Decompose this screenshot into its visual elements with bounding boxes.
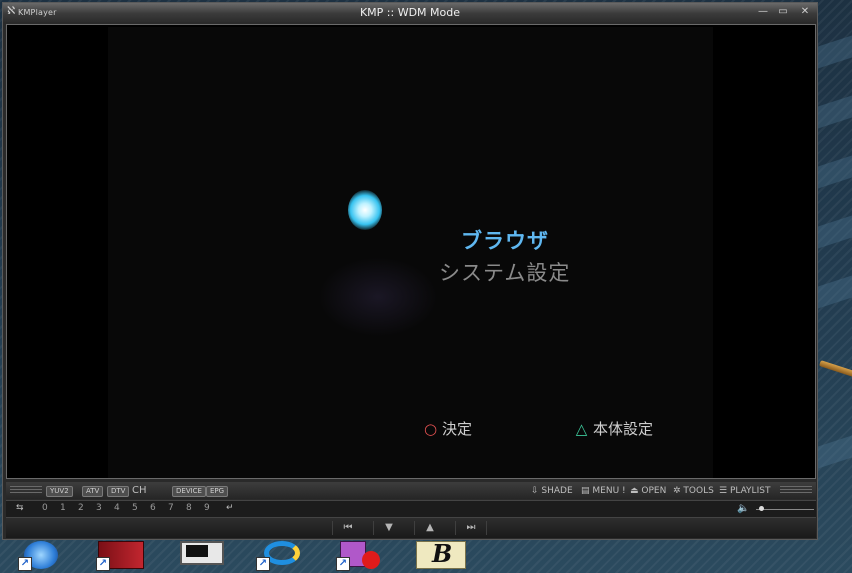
film-icon[interactable]: ↗ [96, 541, 144, 573]
gear-icon: ✲ [673, 486, 681, 496]
volume-slider[interactable] [756, 509, 814, 510]
desktop-pattern [818, 93, 852, 129]
menu-button[interactable]: ▤ MENU [581, 486, 619, 496]
channel-8-button[interactable]: 8 [186, 503, 192, 513]
channel-5-button[interactable]: 5 [132, 503, 138, 513]
channel-3-button[interactable]: 3 [96, 503, 102, 513]
channel-6-button[interactable]: 6 [150, 503, 156, 513]
glow-orb [348, 190, 382, 230]
device-button[interactable]: DEVICE [172, 486, 206, 497]
window-title: KMP :: WDM Mode [359, 6, 461, 19]
video-area[interactable]: ブラウザ システム設定 ○ 決定 △ 本体設定 [6, 24, 816, 479]
shortcut-arrow-icon: ↗ [336, 557, 350, 571]
desktop-decoration [819, 360, 852, 379]
channel-7-button[interactable]: 7 [168, 503, 174, 513]
menu-icon: ▤ [581, 486, 590, 496]
transport-bar: ⏮ ▼ ▲ ⏭ [6, 517, 816, 538]
epg-button[interactable]: EPG [206, 486, 229, 497]
playlist-button[interactable]: ☰ PLAYLIST [719, 486, 770, 496]
next-button[interactable]: ⏭ [455, 521, 487, 535]
toolbar: YUV2 ATV DTV CH DEVICE EPG ⇩ SHADE ▤ MEN… [6, 482, 816, 499]
desktop-pattern [818, 433, 852, 469]
tv-icon[interactable] [178, 541, 224, 573]
shortcut-arrow-icon: ↗ [18, 557, 32, 571]
kmplayer-window: ℵ KMPlayer KMP :: WDM Mode — ▭ ✕ ブラウザ シス… [2, 2, 818, 540]
toolbar-separator: ! [622, 486, 626, 496]
grip-left [10, 486, 42, 495]
menu-item-browser: ブラウザ [461, 229, 549, 253]
speaker-icon[interactable]: 🔈 [737, 503, 749, 514]
channel-up-button[interactable]: ▲ [414, 521, 445, 535]
open-button[interactable]: ⏏ OPEN [630, 486, 666, 496]
dtv-button[interactable]: DTV [107, 486, 130, 497]
menu-item-system-settings: システム設定 [439, 261, 571, 285]
circle-button-icon: ○ [423, 420, 438, 438]
eject-icon: ⏏ [630, 486, 639, 496]
background-smoke [318, 257, 438, 337]
maximize-button[interactable]: ▭ [777, 6, 789, 18]
paint-record-icon[interactable]: ↗ [336, 541, 382, 573]
grip-right [780, 486, 812, 495]
list-icon: ☰ [719, 486, 728, 496]
triangle-button-icon: △ [575, 420, 588, 438]
channel-2-button[interactable]: 2 [78, 503, 84, 513]
browser-icon[interactable]: ↗ [18, 541, 64, 573]
previous-button[interactable]: ⏮ [332, 521, 363, 535]
desktop-pattern [818, 33, 852, 69]
shortcut-arrow-icon: ↗ [256, 557, 270, 571]
desktop-pattern [818, 273, 852, 309]
title-bar[interactable]: ℵ KMPlayer KMP :: WDM Mode — ▭ ✕ [3, 3, 817, 22]
confirm-label: 決定 [442, 420, 473, 438]
channel-down-button[interactable]: ▼ [373, 521, 404, 535]
channel-9-button[interactable]: 9 [204, 503, 210, 513]
channel-1-button[interactable]: 1 [60, 503, 66, 513]
tools-button[interactable]: ✲ TOOLS [673, 486, 714, 496]
atv-button[interactable]: ATV [82, 486, 104, 497]
desktop-pattern [818, 213, 852, 249]
channel-4-button[interactable]: 4 [114, 503, 120, 513]
ch-label: CH [132, 485, 147, 496]
settings-label: 本体設定 [593, 420, 654, 438]
yuv2-button[interactable]: YUV2 [46, 486, 73, 497]
channel-switch-icon[interactable]: ⇆ [16, 503, 24, 513]
desktop-pattern [818, 153, 852, 189]
video-content: ブラウザ システム設定 ○ 決定 △ 本体設定 [108, 27, 713, 478]
confirm-hint: ○ 決定 [423, 418, 472, 439]
shortcut-arrow-icon: ↗ [96, 557, 110, 571]
volume-knob[interactable] [758, 506, 764, 511]
settings-hint: △ 本体設定 [574, 418, 653, 439]
close-button[interactable]: ✕ [799, 6, 811, 18]
refresh-icon[interactable]: ↗ [256, 541, 302, 573]
shade-button[interactable]: ⇩ SHADE [531, 486, 573, 496]
minimize-button[interactable]: — [757, 6, 769, 18]
b-logo-icon[interactable]: B [416, 539, 466, 573]
shade-icon: ⇩ [531, 486, 539, 496]
channel-bar: ⇆ 0 1 2 3 4 5 6 7 8 9 ↵ 🔈 [6, 500, 816, 517]
enter-icon[interactable]: ↵ [226, 503, 234, 513]
channel-0-button[interactable]: 0 [42, 503, 48, 513]
